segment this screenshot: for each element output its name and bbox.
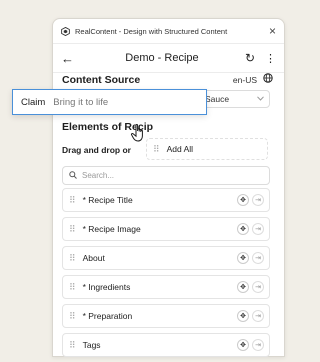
content-source-selected: Sauce [205, 94, 230, 104]
list-item-label: * Preparation [82, 311, 133, 321]
list-item-label: * Ingredients [82, 282, 131, 292]
list-item[interactable]: ⠿ * Recipe Image ✥ ⇥ [62, 217, 270, 241]
list-item[interactable]: ⠿ * Ingredients ✥ ⇥ [62, 275, 270, 299]
target-icon[interactable]: ✥ [237, 339, 249, 351]
list-item-label: About [82, 253, 105, 263]
list-item-label: Tags [82, 340, 101, 350]
insert-icon[interactable]: ⇥ [252, 281, 264, 293]
search-input[interactable]: Search... [62, 166, 270, 185]
list-item[interactable]: ⠿ * Preparation ✥ ⇥ [62, 304, 270, 328]
insert-icon[interactable]: ⇥ [252, 252, 264, 264]
add-all-label: Add All [166, 144, 194, 154]
insert-icon[interactable]: ⇥ [252, 223, 264, 235]
target-icon[interactable]: ✥ [237, 194, 249, 206]
drag-handle-icon[interactable]: ⠿ [69, 311, 76, 322]
language-code[interactable]: en-US [233, 75, 257, 85]
list-item[interactable]: ⠿ * Recipe Title ✥ ⇥ [62, 188, 270, 212]
content-source-label: Content Source [62, 73, 141, 86]
claim-input[interactable]: Bring it to life [53, 97, 108, 108]
drag-handle-icon[interactable]: ⠿ [69, 340, 76, 351]
content-source-row: Content Source en-US [62, 73, 273, 86]
elements-list: ⠿ * Recipe Title ✥ ⇥ ⠿ * Recipe Image ✥ … [62, 188, 270, 362]
drag-handle-icon: ⠿ [153, 143, 160, 154]
content-source-select[interactable]: Sauce [200, 90, 270, 108]
target-icon[interactable]: ✥ [237, 223, 249, 235]
list-item-label: * Recipe Image [82, 224, 141, 234]
search-placeholder: Search... [82, 171, 115, 180]
list-item[interactable]: ⠿ About ✥ ⇥ [62, 246, 270, 270]
list-item-label: * Recipe Title [82, 195, 133, 205]
hand-cursor-icon [130, 122, 150, 144]
claim-label: Claim [21, 96, 46, 108]
claim-input-overlay[interactable]: Claim Bring it to life [12, 89, 207, 115]
drag-handle-icon[interactable]: ⠿ [69, 224, 76, 235]
globe-icon[interactable] [263, 73, 273, 86]
drag-handle-icon[interactable]: ⠿ [69, 253, 76, 264]
insert-icon[interactable]: ⇥ [252, 339, 264, 351]
panel-content: Content Source en-US Sauce Elements of R… [52, 18, 283, 357]
list-item[interactable]: ⠿ Tags ✥ ⇥ [62, 333, 270, 357]
insert-icon[interactable]: ⇥ [252, 194, 264, 206]
target-icon[interactable]: ✥ [237, 310, 249, 322]
drag-drop-text: Drag and drop or [62, 145, 131, 155]
target-icon[interactable]: ✥ [237, 281, 249, 293]
drag-handle-icon[interactable]: ⠿ [69, 282, 76, 293]
search-icon [69, 170, 77, 181]
insert-icon[interactable]: ⇥ [252, 310, 264, 322]
chevron-down-icon [257, 95, 264, 103]
target-icon[interactable]: ✥ [237, 252, 249, 264]
add-all-button[interactable]: ⠿ Add All [146, 138, 268, 160]
drag-handle-icon[interactable]: ⠿ [69, 195, 76, 206]
